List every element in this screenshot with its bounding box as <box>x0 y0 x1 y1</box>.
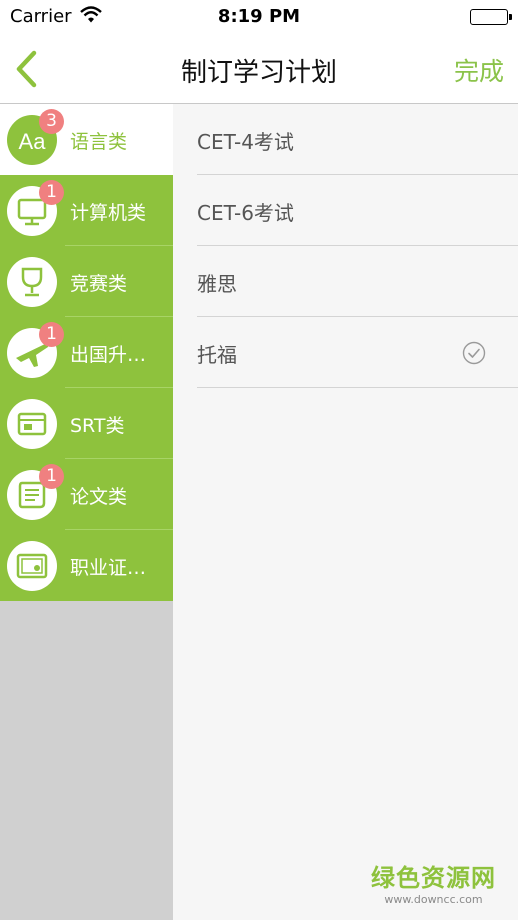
checkmark-icon <box>462 341 486 365</box>
navigation-bar: 制订学习计划 完成 <box>0 34 518 104</box>
page-title: 制订学习计划 <box>180 58 337 88</box>
sidebar-item-label: SRT类 <box>70 415 125 437</box>
item-list: CET-4考试 CET-6考试 雅思 托福 <box>173 104 518 920</box>
badge-count: 1 <box>39 322 64 347</box>
trophy-icon <box>7 257 57 307</box>
badge-count: 1 <box>39 464 64 489</box>
watermark-name: 绿色资源网 <box>371 864 496 892</box>
folder-icon <box>7 399 57 449</box>
sidebar-item-label: 语言类 <box>70 131 128 153</box>
list-item-label: 雅思 <box>197 272 237 296</box>
status-bar: Carrier 8:19 PM <box>0 0 518 34</box>
list-item-label: 托福 <box>197 343 237 367</box>
sidebar-item-thesis[interactable]: 1 论文类 <box>0 459 173 530</box>
done-button[interactable]: 完成 <box>454 52 504 88</box>
list-item-ielts[interactable]: 雅思 <box>197 246 518 317</box>
watermark: 绿色资源网 www.downcc.com <box>371 858 496 906</box>
list-item-label: CET-4考试 <box>197 130 294 154</box>
sidebar-item-label: 出国升… <box>70 344 147 366</box>
sidebar-item-competition[interactable]: 竞赛类 <box>0 246 173 317</box>
watermark-url: www.downcc.com <box>384 893 483 906</box>
clock-time: 8:19 PM <box>217 6 301 27</box>
sidebar-item-study-abroad[interactable]: 1 出国升… <box>0 317 173 388</box>
list-item-cet4[interactable]: CET-4考试 <box>197 104 518 175</box>
list-item-toefl[interactable]: 托福 <box>197 317 518 388</box>
certificate-icon <box>7 541 57 591</box>
battery-icon <box>470 9 512 25</box>
list-item-cet6[interactable]: CET-6考试 <box>197 175 518 246</box>
badge-count: 3 <box>39 109 64 134</box>
svg-text:Aa: Aa <box>19 129 47 154</box>
sidebar-item-label: 竞赛类 <box>70 273 128 295</box>
badge-count: 1 <box>39 180 64 205</box>
sidebar-item-computer[interactable]: 1 计算机类 <box>0 175 173 246</box>
list-item-label: CET-6考试 <box>197 201 294 225</box>
sidebar-item-label: 论文类 <box>70 486 128 508</box>
sidebar-item-label: 职业证… <box>70 557 147 579</box>
sidebar-item-srt[interactable]: SRT类 <box>0 388 173 459</box>
sidebar-item-career-cert[interactable]: 职业证… <box>0 530 173 601</box>
sidebar-item-language[interactable]: Aa 3 语言类 <box>0 104 173 175</box>
sidebar-item-label: 计算机类 <box>70 202 147 224</box>
category-sidebar: Aa 3 语言类 1 计算机类 竞赛类 1 出国升… SRT类 1 论文类 职业… <box>0 104 173 920</box>
